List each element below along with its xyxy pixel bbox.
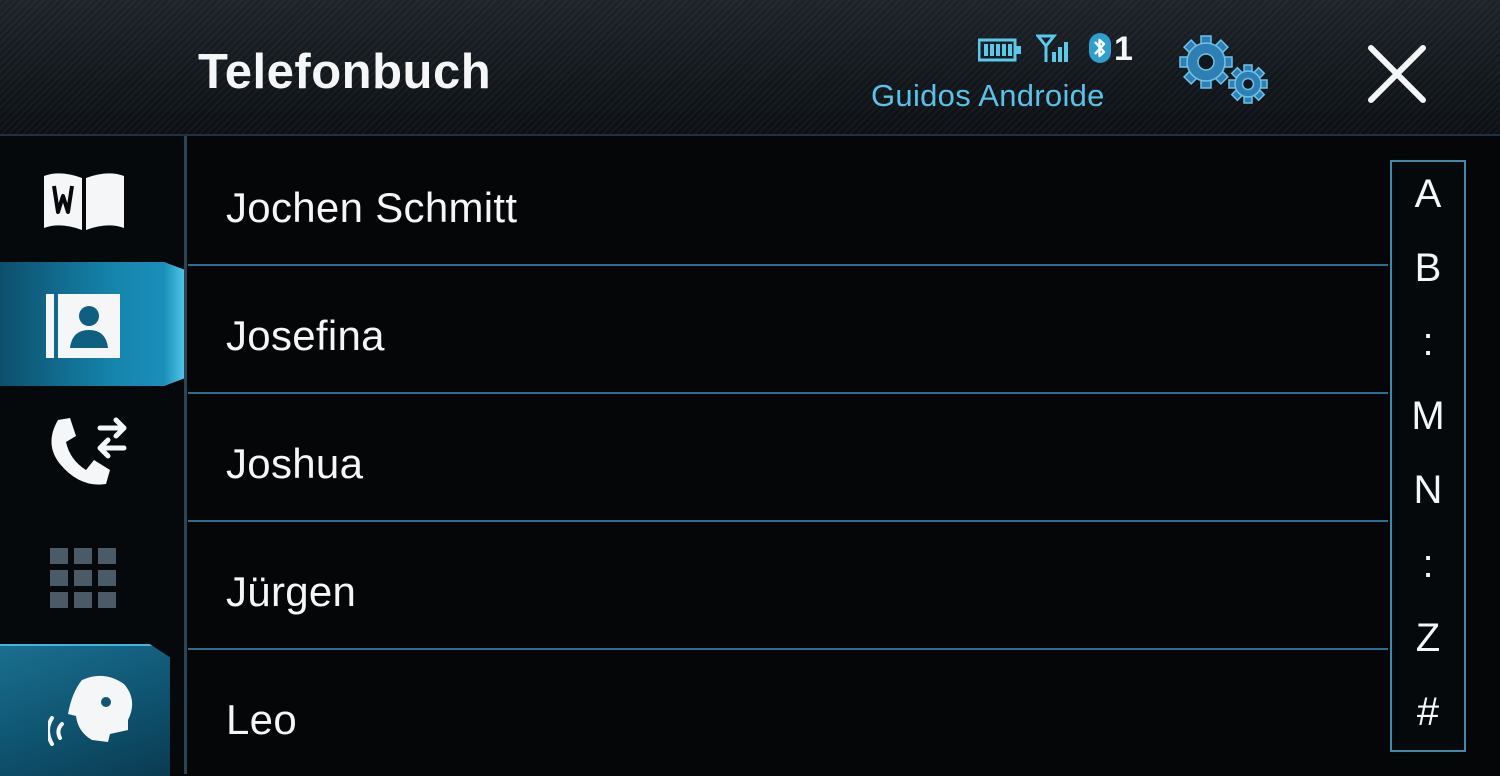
header-bar: Telefonbuch 1 Guidos Androide bbox=[0, 0, 1500, 136]
index-letter[interactable]: Z bbox=[1392, 616, 1464, 661]
contact-name: Josefina bbox=[226, 312, 385, 359]
alphabet-index[interactable]: A B : M N : Z # bbox=[1390, 160, 1466, 752]
phonebook-book-icon bbox=[44, 173, 124, 230]
contact-name: Joshua bbox=[226, 440, 364, 487]
voice-assistant-icon bbox=[48, 675, 133, 746]
index-letter[interactable]: B bbox=[1392, 246, 1464, 291]
settings-gears-icon[interactable] bbox=[1172, 32, 1272, 108]
contact-row[interactable]: Leo bbox=[188, 650, 1388, 776]
close-icon[interactable] bbox=[1365, 42, 1429, 106]
contact-row[interactable]: Josefina bbox=[188, 266, 1388, 394]
page-title: Telefonbuch bbox=[198, 45, 492, 99]
contact-list: Jochen Schmitt Josefina Joshua Jürgen Le… bbox=[188, 138, 1388, 774]
index-separator: : bbox=[1422, 542, 1434, 586]
status-icons: 1 bbox=[978, 30, 1138, 68]
sidebar-nav bbox=[0, 136, 187, 776]
contact-name: Leo bbox=[226, 696, 297, 743]
index-letter[interactable]: A bbox=[1392, 172, 1464, 217]
contact-row[interactable]: Joshua bbox=[188, 394, 1388, 522]
contacts-icon bbox=[46, 294, 120, 358]
connected-device-name: Guidos Androide bbox=[871, 78, 1105, 113]
contact-name: Jürgen bbox=[226, 568, 357, 615]
contact-row[interactable]: Jochen Schmitt bbox=[188, 138, 1388, 266]
index-letter[interactable]: # bbox=[1392, 690, 1464, 735]
battery-icon bbox=[978, 38, 1021, 62]
index-letter[interactable]: M bbox=[1392, 394, 1464, 439]
sidebar-item-call-history[interactable] bbox=[0, 388, 164, 512]
contact-row[interactable]: Jürgen bbox=[188, 522, 1388, 650]
sidebar-item-voice[interactable] bbox=[0, 644, 170, 776]
signal-icon bbox=[1036, 34, 1068, 62]
sidebar-item-keypad[interactable] bbox=[0, 514, 164, 638]
sidebar-item-phonebook[interactable] bbox=[0, 136, 164, 260]
call-history-icon bbox=[51, 417, 127, 485]
bluetooth-device-count: 1 bbox=[1114, 30, 1133, 68]
sidebar-item-contacts[interactable] bbox=[0, 262, 164, 386]
index-separator: : bbox=[1422, 320, 1434, 364]
index-letter[interactable]: N bbox=[1392, 468, 1464, 513]
contact-name: Jochen Schmitt bbox=[226, 184, 518, 231]
bluetooth-icon bbox=[1089, 33, 1111, 63]
keypad-icon bbox=[50, 548, 116, 608]
